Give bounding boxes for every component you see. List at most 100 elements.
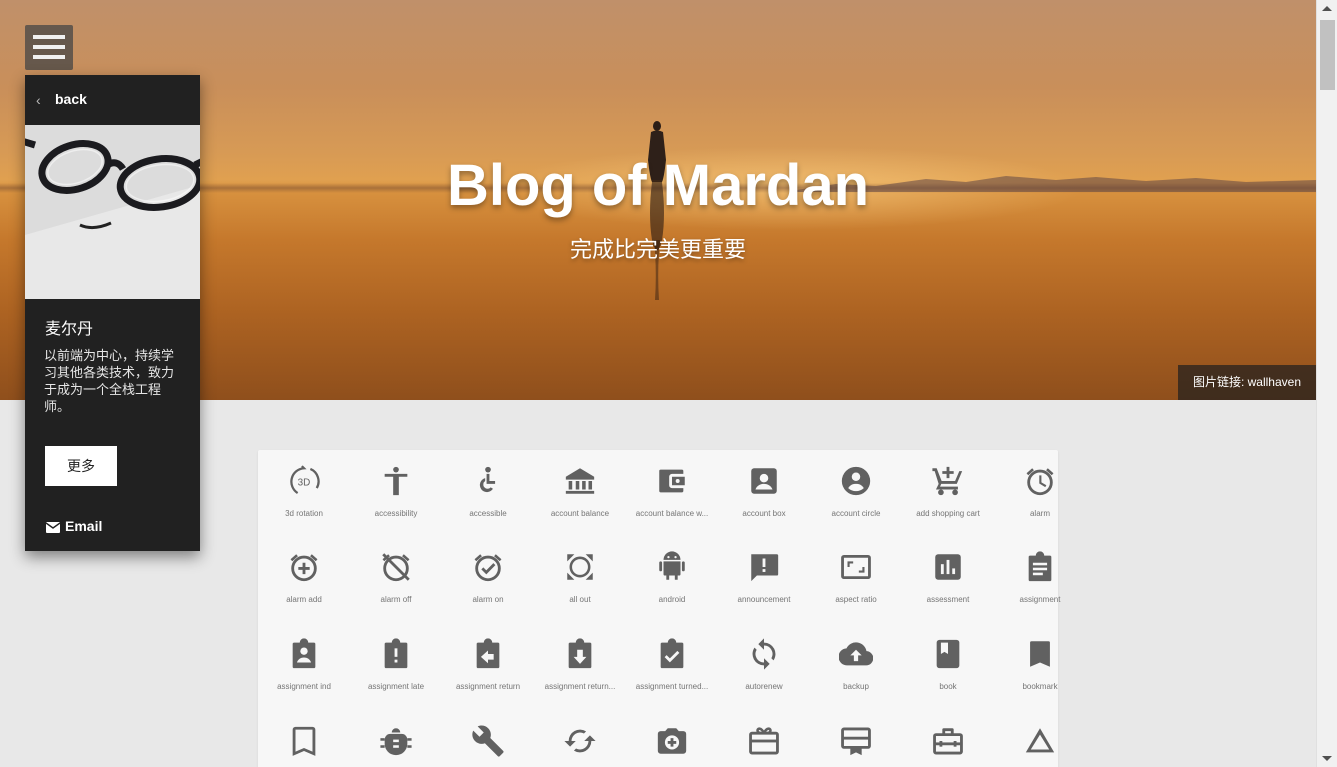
backup-icon bbox=[839, 642, 873, 666]
icon-tile[interactable]: 3D 3d rotation bbox=[258, 454, 350, 540]
assignment-ind-icon bbox=[292, 638, 316, 669]
email-link[interactable]: Email bbox=[45, 518, 103, 534]
icon-label: backup bbox=[843, 682, 869, 691]
icon-tile[interactable]: assignment bbox=[994, 540, 1086, 626]
build-icon bbox=[472, 725, 504, 757]
add-shopping-cart-icon bbox=[932, 466, 963, 496]
icon-tile[interactable]: assignment late bbox=[350, 627, 442, 713]
icon-label: accessible bbox=[469, 509, 507, 518]
icon-tile[interactable]: autorenew bbox=[718, 627, 810, 713]
envelope-icon bbox=[45, 522, 61, 533]
icon-tile[interactable]: account box bbox=[718, 454, 810, 540]
icon-label: announcement bbox=[737, 595, 791, 604]
author-name: 麦尔丹 bbox=[45, 319, 94, 338]
icon-tile[interactable]: add shopping cart bbox=[902, 454, 994, 540]
icon-tile[interactable]: account balance w... bbox=[626, 454, 718, 540]
icon-tile[interactable]: bookmark bbox=[994, 627, 1086, 713]
scroll-down-arrow[interactable] bbox=[1322, 756, 1332, 761]
camera-enhance-icon bbox=[657, 728, 687, 754]
icon-tile[interactable] bbox=[994, 714, 1086, 767]
glasses-illustration bbox=[25, 125, 200, 299]
icon-tile[interactable]: alarm off bbox=[350, 540, 442, 626]
icon-label: assignment return... bbox=[544, 682, 616, 691]
icon-tile[interactable]: assessment bbox=[902, 540, 994, 626]
icon-tile[interactable]: aspect ratio bbox=[810, 540, 902, 626]
assignment-turned-in-icon bbox=[660, 638, 684, 669]
icon-tile[interactable]: backup bbox=[810, 627, 902, 713]
accessible-icon bbox=[479, 466, 496, 493]
icon-tile[interactable]: alarm add bbox=[258, 540, 350, 626]
icon-tile[interactable]: announcement bbox=[718, 540, 810, 626]
announcement-icon bbox=[751, 554, 779, 582]
icon-label: account balance w... bbox=[635, 509, 709, 518]
icon-tile[interactable]: account balance bbox=[534, 454, 626, 540]
icon-tile[interactable] bbox=[258, 714, 350, 767]
icon-label: assignment return bbox=[455, 682, 521, 691]
icon-tile[interactable]: assignment ind bbox=[258, 627, 350, 713]
icon-tile[interactable] bbox=[350, 714, 442, 767]
card-travel-icon bbox=[933, 728, 963, 755]
icon-tile[interactable] bbox=[902, 714, 994, 767]
icon-tile[interactable]: all out bbox=[534, 540, 626, 626]
icon-tile[interactable]: accessibility bbox=[350, 454, 442, 540]
back-button[interactable]: ‹ back bbox=[25, 75, 200, 125]
menu-button[interactable] bbox=[25, 25, 73, 70]
icon-tile[interactable]: assignment turned... bbox=[626, 627, 718, 713]
icon-tile[interactable]: alarm bbox=[994, 454, 1086, 540]
bug-report-icon bbox=[380, 728, 412, 756]
email-label: Email bbox=[65, 518, 103, 534]
icon-label: alarm bbox=[1029, 509, 1050, 518]
icon-label: assessment bbox=[926, 595, 970, 604]
bookmark-icon bbox=[1030, 641, 1050, 667]
icon-tile[interactable]: accessible bbox=[442, 454, 534, 540]
image-credit-link[interactable]: 图片链接: wallhaven bbox=[1177, 365, 1316, 400]
account-balance-wallet-icon bbox=[659, 469, 685, 493]
android-icon bbox=[659, 551, 685, 580]
alarm-off-icon bbox=[382, 553, 410, 582]
alarm-on-icon bbox=[474, 554, 502, 582]
icon-label: assignment ind bbox=[277, 682, 331, 691]
svg-text:3D: 3D bbox=[298, 477, 311, 488]
icon-tile[interactable] bbox=[626, 714, 718, 767]
icon-tile[interactable]: account circle bbox=[810, 454, 902, 540]
alarm-add-icon bbox=[290, 554, 318, 582]
icon-tile[interactable] bbox=[534, 714, 626, 767]
icon-label: account box bbox=[742, 509, 786, 518]
back-label: back bbox=[55, 91, 87, 107]
card-giftcard-icon bbox=[749, 727, 779, 755]
autorenew-icon bbox=[752, 638, 776, 670]
chevron-left-icon: ‹ bbox=[36, 92, 41, 108]
scroll-up-arrow[interactable] bbox=[1322, 6, 1332, 11]
icon-tile[interactable]: assignment return... bbox=[534, 627, 626, 713]
scroll-thumb[interactable] bbox=[1320, 20, 1335, 90]
change-history-icon bbox=[1025, 728, 1055, 753]
account-balance-icon bbox=[565, 468, 595, 494]
menu-line-middle bbox=[33, 45, 65, 49]
icon-tile[interactable]: book bbox=[902, 627, 994, 713]
icon-label: alarm off bbox=[380, 595, 412, 604]
icon-label: 3d rotation bbox=[285, 509, 323, 518]
page-scrollbar[interactable] bbox=[1316, 0, 1337, 767]
icon-label: assignment bbox=[1019, 595, 1061, 604]
assignment-icon bbox=[1028, 551, 1052, 582]
account-box-icon bbox=[751, 468, 777, 494]
profile-cover-photo bbox=[25, 125, 200, 299]
icon-label: assignment late bbox=[367, 682, 425, 691]
icon-label: android bbox=[658, 595, 686, 604]
assignment-return-icon bbox=[476, 638, 500, 669]
icon-label: bookmark bbox=[1022, 682, 1058, 691]
icon-label: accessibility bbox=[374, 509, 418, 518]
3d-rotation-icon: 3D bbox=[290, 465, 320, 494]
icon-label: book bbox=[939, 682, 957, 691]
icon-tile[interactable] bbox=[810, 714, 902, 767]
icon-tile[interactable]: assignment return bbox=[442, 627, 534, 713]
aspect-ratio-icon bbox=[841, 554, 871, 580]
icon-tile[interactable]: alarm on bbox=[442, 540, 534, 626]
icon-tile[interactable] bbox=[442, 714, 534, 767]
assessment-icon bbox=[935, 554, 961, 580]
icon-label: all out bbox=[569, 595, 591, 604]
accessibility-icon bbox=[384, 466, 408, 496]
icon-tile[interactable]: android bbox=[626, 540, 718, 626]
icon-tile[interactable] bbox=[718, 714, 810, 767]
more-button[interactable]: 更多 bbox=[45, 446, 117, 486]
